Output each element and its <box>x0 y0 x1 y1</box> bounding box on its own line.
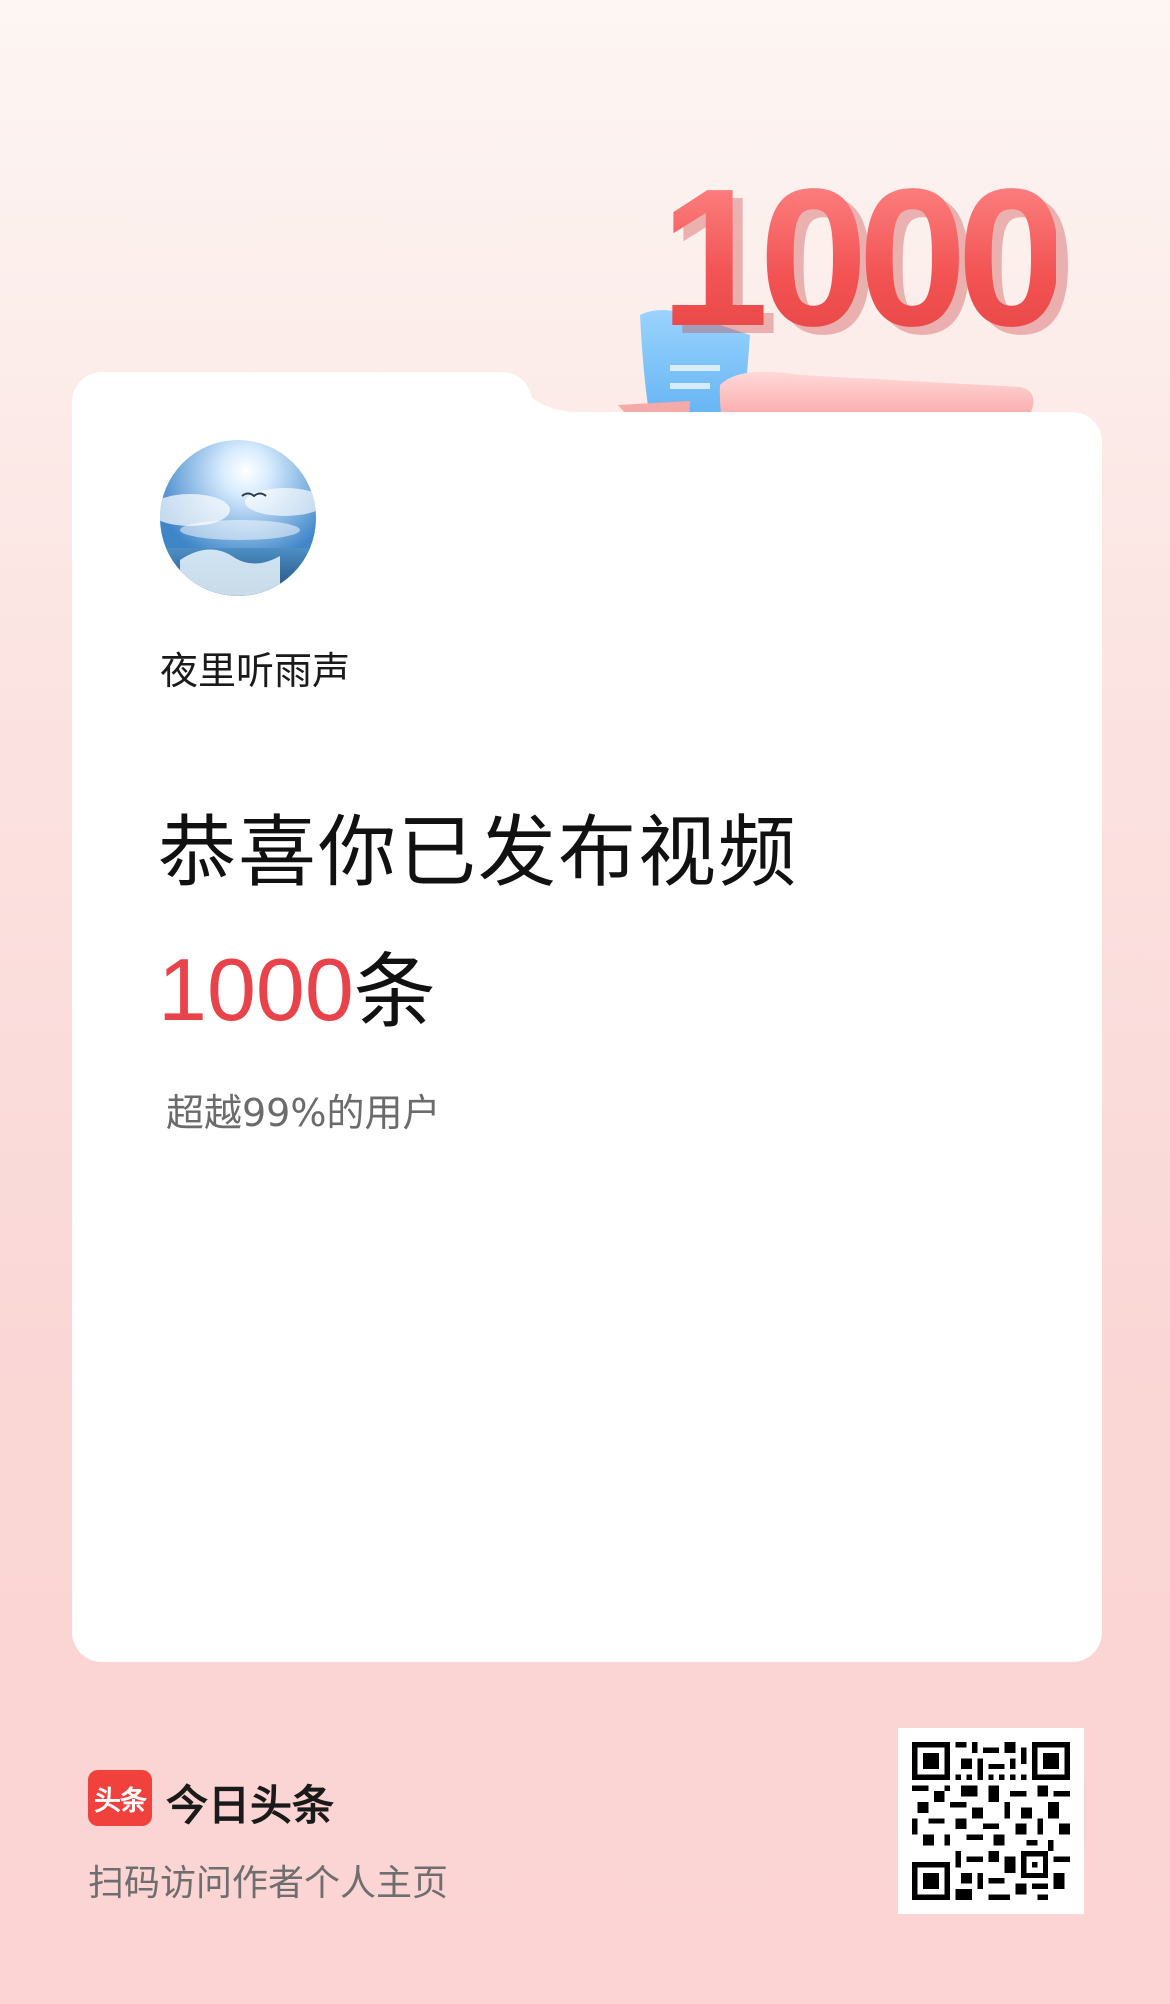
video-count-unit: 条 <box>353 945 436 1040</box>
brand-name: 今日头条 <box>166 1781 335 1830</box>
scan-caption: 扫码访问作者个人主页 <box>88 1863 449 1904</box>
toutiao-logo-icon: 头条 <box>88 1770 152 1826</box>
qr-code-icon <box>912 1742 1070 1900</box>
username[interactable]: 夜里听雨声 <box>160 640 350 695</box>
rank-percentile-text: 超越99%的用户 <box>166 1091 441 1135</box>
video-count-line: 1000条 <box>158 925 436 1044</box>
video-count-number: 1000 <box>158 940 354 1039</box>
ocean-sky-avatar <box>160 440 316 596</box>
milestone-share-poster: 1000 1000 <box>0 0 1170 2004</box>
headline-text: 恭喜你已发布视频 <box>158 808 799 898</box>
avatar[interactable] <box>160 440 316 596</box>
badge-number: 1000 <box>660 148 1066 367</box>
qr-code[interactable] <box>898 1728 1084 1914</box>
